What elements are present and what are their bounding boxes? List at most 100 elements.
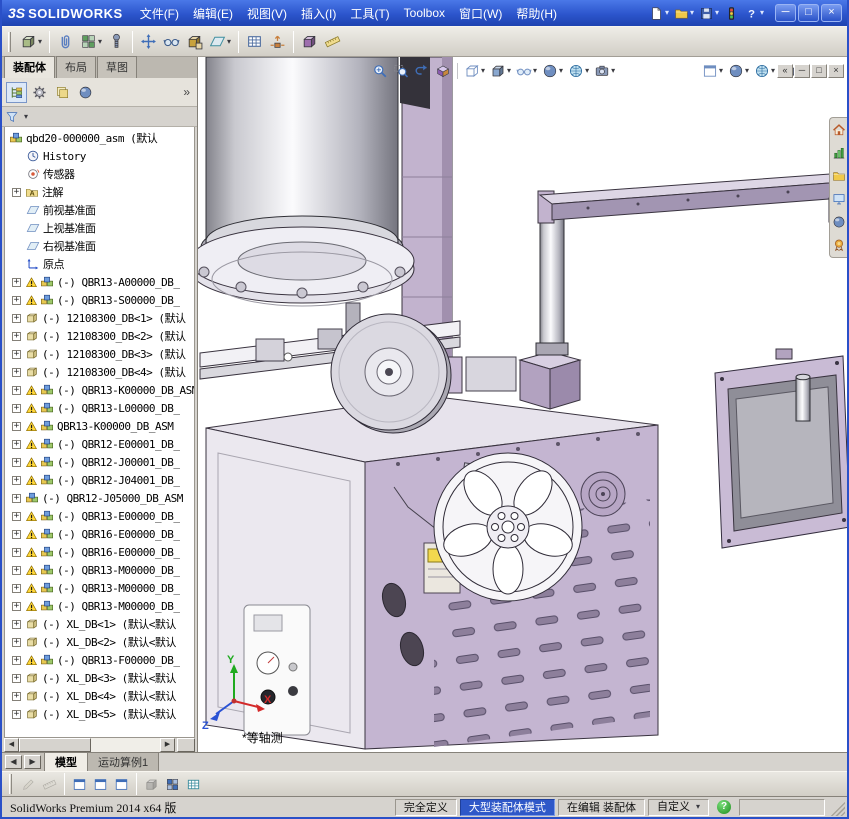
panel-splitter[interactable] [177,738,195,752]
quick-tips-help-icon[interactable]: ? [717,800,731,814]
tree-item[interactable]: 原点 [5,255,194,273]
displaymanager-icon[interactable] [75,82,96,103]
tree-item[interactable]: +(-) QBR13-L00000_DB_ [5,399,194,417]
tree-item[interactable]: +(-) QBR16-E00000_DB_ [5,525,194,543]
open-document-icon[interactable]: ▾ [673,5,695,22]
tree-item[interactable]: +(-) QBR12-E00001_DB_ [5,435,194,453]
expand-icon[interactable]: + [12,494,21,503]
expand-icon[interactable]: + [12,332,21,341]
doc-minimize-button[interactable]: ─ [794,64,810,78]
propertymanager-icon[interactable] [29,82,50,103]
expand-icon[interactable]: + [12,530,21,539]
tree-item[interactable]: +(-) QBR12-J04001_DB_ [5,471,194,489]
display-mode-icon[interactable] [141,775,162,794]
viewport-3d[interactable]: Y X Z *等轴测 ▾▾▾▾▾▾ ▾▾▾▾ «─□× [198,57,847,752]
menu-item-7[interactable]: 帮助(H) [509,1,564,26]
move-component-icon[interactable] [137,31,160,52]
view-palette-icon[interactable] [832,192,846,206]
tree-horizontal-scrollbar[interactable]: ◀ ▶ [4,738,195,752]
doc-tab-0[interactable]: 模型 [45,753,88,771]
menu-item-0[interactable]: 文件(F) [133,1,186,26]
menu-item-1[interactable]: 编辑(E) [186,1,240,26]
file-explorer-icon[interactable] [832,169,846,183]
resize-grip[interactable] [830,799,845,816]
expand-icon[interactable]: + [12,710,21,719]
tree-item[interactable]: +(-) XL_DB<4> (默认<默认 [5,687,194,705]
design-library-icon[interactable] [832,146,846,160]
scene-pane-icon[interactable]: ▾ [752,62,777,80]
configurationmanager-icon[interactable] [52,82,73,103]
hide-show-items-icon[interactable]: ▾ [514,62,539,80]
appearances-scenes-icon[interactable] [832,215,846,229]
menu-item-2[interactable]: 视图(V) [240,1,294,26]
tree-item[interactable]: 上视基准面 [5,219,194,237]
expand-icon[interactable]: + [12,602,21,611]
maximize-button[interactable]: □ [798,4,819,22]
tab-scroll-left-icon[interactable]: ◀ [5,755,22,769]
tree-item[interactable]: +(-) QBR12-J00001_DB_ [5,453,194,471]
tree-item[interactable]: +(-) XL_DB<3> (默认<默认 [5,669,194,687]
doc-restore-button[interactable]: □ [811,64,827,78]
expand-icon[interactable]: + [12,584,21,593]
tree-item[interactable]: +(-) QBR13-M00000_DB_ [5,597,194,615]
custom-status-dropdown[interactable]: 自定义▾ [648,799,709,816]
filter-dropdown-icon[interactable]: ▾ [24,113,28,121]
help-icon[interactable]: ?▾ [743,5,765,22]
expand-icon[interactable]: + [12,476,21,485]
tree-item[interactable]: +QBR13-K00000_DB_ASM [5,417,194,435]
view-orientation-icon[interactable]: ▾ [462,62,487,80]
tree-item[interactable]: +(-) XL_DB<1> (默认<默认 [5,615,194,633]
minimize-button[interactable]: ─ [775,4,796,22]
zoom-fit-icon[interactable] [370,62,390,80]
sketch-icon[interactable] [18,775,39,794]
panel-expand-chevron[interactable]: » [180,85,193,99]
expand-icon[interactable]: + [12,278,21,287]
tree-item[interactable]: +(-) 12108300_DB<4> (默认 [5,363,194,381]
display-style-icon[interactable]: ▾ [488,62,513,80]
component-pattern-icon[interactable]: ▾ [77,31,105,52]
doc-close-button[interactable]: × [828,64,844,78]
expand-icon[interactable]: + [12,512,21,521]
tree-item[interactable]: +(-) 12108300_DB<3> (默认 [5,345,194,363]
save-icon[interactable]: ▾ [698,5,720,22]
doc-tab-1[interactable]: 运动算例1 [88,753,159,771]
view-settings-icon[interactable]: ▾ [592,62,617,80]
toolbar-grip[interactable] [8,32,11,52]
menu-item-4[interactable]: 工具(T) [343,1,396,26]
tree-item[interactable]: History [5,147,194,165]
expand-icon[interactable]: + [12,368,21,377]
custom-properties-icon[interactable] [832,238,846,252]
scroll-left-icon[interactable]: ◀ [4,738,19,752]
solidworks-resources-icon[interactable] [832,123,846,137]
scroll-right-icon[interactable]: ▶ [160,738,175,752]
expand-icon[interactable]: + [12,656,21,665]
expand-icon[interactable]: + [12,296,21,305]
insert-component-icon[interactable]: ▾ [17,31,45,52]
zoom-to-area-icon[interactable] [391,62,411,80]
filter-icon[interactable] [5,110,19,124]
tree-item[interactable]: +(-) QBR13-A00000_DB_ [5,273,194,291]
expand-icon[interactable]: + [12,692,21,701]
table-icon[interactable] [183,775,204,794]
panel-tab-2[interactable]: 草图 [97,56,137,78]
previous-view-icon[interactable] [412,62,432,80]
machine-model[interactable]: Y X Z *等轴测 [198,57,847,752]
scrollbar-thumb[interactable] [19,738,91,752]
smart-fasteners-icon[interactable] [105,31,128,52]
tab-scroll-right-icon[interactable]: ▶ [24,755,41,769]
apply-scene-icon[interactable]: ▾ [566,62,591,80]
close-button[interactable]: × [821,4,842,22]
exploded-view-icon[interactable] [266,31,289,52]
tree-item[interactable]: +(-) QBR13-S00000_DB_ [5,291,194,309]
tree-item[interactable]: +A注解 [5,183,194,201]
toolbar-grip[interactable] [9,774,12,794]
expand-icon[interactable]: + [12,350,21,359]
tree-item[interactable]: +(-) QBR13-M00000_DB_ [5,561,194,579]
window-tile-vertical-icon[interactable] [111,775,132,794]
measure-icon[interactable] [321,31,344,52]
expand-icon[interactable]: + [12,674,21,683]
edit-appearance-icon[interactable]: ▾ [540,62,565,80]
options-icon[interactable] [723,5,740,22]
tree-item[interactable]: +(-) XL_DB<2> (默认<默认 [5,633,194,651]
tree-item[interactable]: qbd20-000000_asm (默认 [5,129,194,147]
